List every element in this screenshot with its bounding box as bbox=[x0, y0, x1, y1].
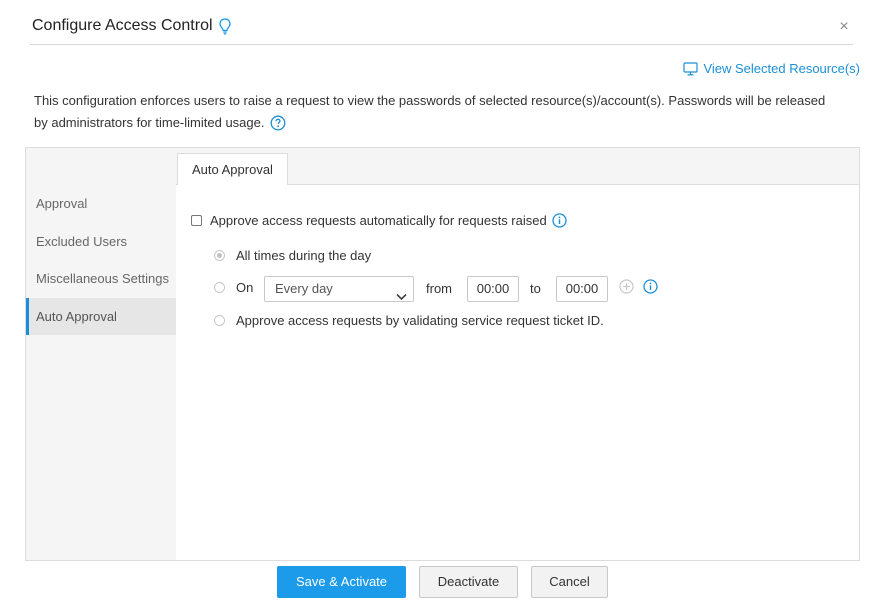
sidebar-item-auto-approval[interactable]: Auto Approval bbox=[26, 298, 176, 335]
auto-approve-checkbox-row: Approve access requests automatically fo… bbox=[191, 213, 567, 228]
info-icon[interactable] bbox=[643, 279, 658, 294]
ticket-validation-radio[interactable] bbox=[214, 315, 225, 326]
sidebar-item-label: Auto Approval bbox=[36, 309, 117, 324]
help-circle-icon[interactable] bbox=[270, 115, 286, 131]
description: This configuration enforces users to rai… bbox=[34, 90, 839, 134]
auto-approve-checkbox[interactable] bbox=[191, 215, 202, 226]
title-divider bbox=[30, 44, 853, 45]
day-select[interactable]: Every day bbox=[264, 276, 414, 302]
from-time-input[interactable]: 00:00 bbox=[467, 276, 519, 302]
on-option: On bbox=[214, 280, 253, 295]
sidebar-item-miscellaneous-settings[interactable]: Miscellaneous Settings bbox=[26, 260, 176, 297]
all-times-option: All times during the day bbox=[214, 248, 371, 263]
on-radio[interactable] bbox=[214, 282, 225, 293]
lightbulb-icon[interactable] bbox=[218, 17, 231, 35]
ticket-validation-label: Approve access requests by validating se… bbox=[236, 313, 604, 328]
info-icon[interactable] bbox=[552, 213, 567, 228]
close-icon[interactable]: × bbox=[836, 19, 852, 35]
sidebar-item-approval[interactable]: Approval bbox=[26, 185, 176, 222]
add-circle-icon[interactable] bbox=[619, 279, 634, 294]
sidebar-item-label: Approval bbox=[36, 196, 88, 211]
auto-approval-content: Approve access requests automatically fo… bbox=[176, 185, 859, 560]
sidebar-item-label: Excluded Users bbox=[36, 234, 128, 249]
dialog-title: Configure Access Control bbox=[32, 17, 213, 34]
description-text: This configuration enforces users to rai… bbox=[34, 93, 826, 130]
day-select-value: Every day bbox=[275, 281, 333, 296]
save-activate-button[interactable]: Save & Activate bbox=[277, 566, 406, 598]
tab-auto-approval[interactable]: Auto Approval bbox=[177, 153, 288, 186]
all-times-radio[interactable] bbox=[214, 250, 225, 261]
view-selected-resources-label: View Selected Resource(s) bbox=[703, 61, 860, 76]
to-time-input[interactable]: 00:00 bbox=[556, 276, 608, 302]
deactivate-button[interactable]: Deactivate bbox=[419, 566, 518, 598]
sidebar-item-label: Miscellaneous Settings bbox=[36, 271, 169, 286]
dialog-title-bar: Configure Access Control bbox=[32, 17, 231, 35]
to-label: to bbox=[530, 281, 541, 296]
from-label: from bbox=[426, 281, 452, 296]
auto-approve-checkbox-label: Approve access requests automatically fo… bbox=[210, 213, 547, 228]
ticket-validation-option: Approve access requests by validating se… bbox=[214, 313, 604, 328]
view-selected-resources-link[interactable]: View Selected Resource(s) bbox=[683, 61, 860, 76]
cancel-button[interactable]: Cancel bbox=[531, 566, 608, 598]
sidebar-item-excluded-users[interactable]: Excluded Users bbox=[26, 223, 176, 260]
on-label: On bbox=[236, 280, 254, 295]
monitor-icon bbox=[683, 61, 699, 76]
all-times-label: All times during the day bbox=[236, 248, 372, 263]
tab-strip: Auto Approval bbox=[176, 148, 859, 186]
settings-panel: Approval Excluded Users Miscellaneous Se… bbox=[25, 147, 860, 561]
chevron-down-icon bbox=[396, 285, 407, 309]
settings-sidebar: Approval Excluded Users Miscellaneous Se… bbox=[26, 148, 176, 560]
